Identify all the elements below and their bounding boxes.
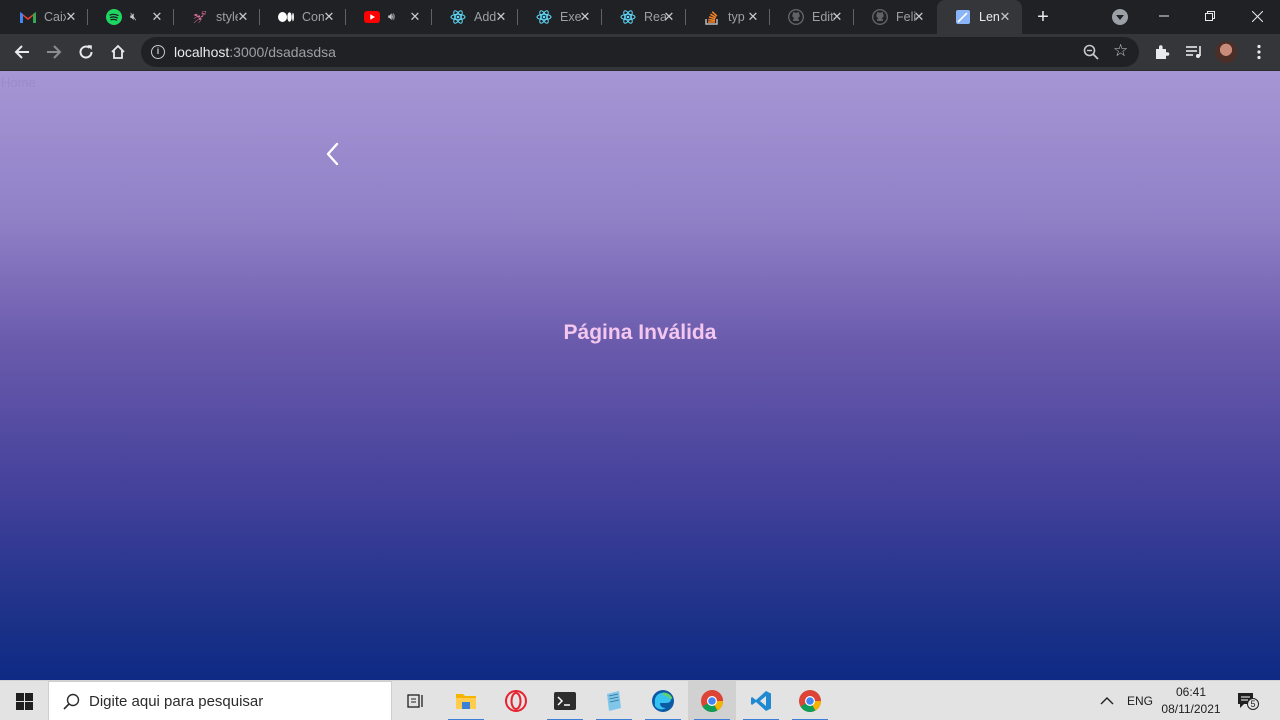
page-content: Home Página Inválida <box>0 71 1280 680</box>
tab-close-icon[interactable]: ✕ <box>746 10 760 24</box>
tab-title: Com <box>302 10 324 24</box>
home-link[interactable]: Home <box>1 75 36 90</box>
tab-spotify[interactable]: 🔇︎ ✕ <box>88 0 174 34</box>
back-chevron-icon[interactable] <box>322 141 344 167</box>
site-info-icon[interactable]: i <box>151 45 165 59</box>
gmail-icon <box>20 9 36 25</box>
vscode-icon[interactable] <box>737 681 785 720</box>
tab-styled[interactable]: 💅︎ styled ✕ <box>174 0 260 34</box>
language-indicator[interactable]: ENG <box>1127 681 1153 720</box>
tab-close-icon[interactable]: ✕ <box>150 10 164 24</box>
address-bar[interactable]: i localhost:3000/dsadasdsa ☆ <box>141 37 1139 67</box>
spotify-icon <box>106 9 122 25</box>
tab-title: Caixa <box>44 10 66 24</box>
url-host: localhost <box>174 44 230 60</box>
tab-youtube[interactable]: 🔊︎ ✕ <box>346 0 432 34</box>
styled-components-icon: 💅︎ <box>192 10 208 24</box>
tab-close-icon[interactable]: ✕ <box>830 10 844 24</box>
tab-strip: Caixa ✕ 🔇︎ ✕ 💅︎ styled ✕ Com ✕ 🔊︎ ✕ Add … <box>0 0 1280 34</box>
speaker-icon[interactable]: 🔊︎ <box>388 11 395 24</box>
browser-menu-icon[interactable] <box>1248 41 1270 63</box>
stackoverflow-icon <box>704 9 720 25</box>
extensions-icon[interactable] <box>1151 41 1173 63</box>
tab-github-feli[interactable]: Feli ✕ <box>854 0 936 34</box>
tab-react-add[interactable]: Add ✕ <box>432 0 518 34</box>
windows-taskbar: Digite aqui para pesquisar ENG 06:41 08/… <box>0 680 1280 720</box>
taskbar-search-box[interactable]: Digite aqui para pesquisar <box>48 681 392 720</box>
forward-button[interactable] <box>40 38 68 66</box>
new-tab-plus-icon[interactable]: + <box>1031 6 1055 28</box>
page-icon <box>955 9 971 25</box>
react-icon <box>536 9 552 25</box>
notepad-icon[interactable] <box>590 681 638 720</box>
home-icon <box>111 44 125 59</box>
tab-gmail[interactable]: Caixa ✕ <box>2 0 88 34</box>
github-icon <box>872 9 888 25</box>
tab-react-exer[interactable]: Exer ✕ <box>518 0 602 34</box>
tab-title: styled <box>216 10 238 24</box>
edge-icon[interactable] <box>639 681 687 720</box>
minimize-icon[interactable] <box>1141 0 1187 32</box>
tab-medium[interactable]: Com ✕ <box>260 0 346 34</box>
task-view-icon[interactable] <box>392 681 440 720</box>
tab-close-icon[interactable]: ✕ <box>494 10 508 24</box>
medium-icon <box>278 9 294 25</box>
tab-close-icon[interactable]: ✕ <box>408 10 422 24</box>
tab-close-icon[interactable]: ✕ <box>322 10 336 24</box>
tab-github-edit[interactable]: Edit ✕ <box>770 0 854 34</box>
clock-time: 06:41 <box>1175 685 1207 699</box>
reload-icon <box>79 45 93 59</box>
tab-close-icon[interactable]: ✕ <box>236 10 250 24</box>
chrome-icon[interactable] <box>786 681 834 720</box>
search-icon <box>63 693 80 710</box>
browser-toolbar: i localhost:3000/dsadasdsa ☆ <box>0 34 1280 71</box>
search-placeholder: Digite aqui para pesquisar <box>89 693 264 710</box>
home-button[interactable] <box>104 38 132 66</box>
zoom-icon[interactable] <box>1083 44 1099 60</box>
notification-count-badge: 5 <box>1247 698 1259 710</box>
tab-close-icon[interactable]: ✕ <box>662 10 676 24</box>
taskbar-clock[interactable]: 06:41 08/11/2021 <box>1158 684 1224 718</box>
action-center-icon[interactable]: 5 <box>1237 692 1259 710</box>
forward-arrow-icon <box>47 45 62 59</box>
chrome-icon[interactable] <box>688 681 736 720</box>
file-explorer-icon[interactable] <box>442 681 490 720</box>
tab-close-icon[interactable]: ✕ <box>912 10 926 24</box>
invalid-page-message: Página Inválida <box>563 321 717 344</box>
tab-active-page[interactable]: Len ✕ <box>937 0 1022 34</box>
tab-close-icon[interactable]: ✕ <box>998 10 1012 24</box>
opera-icon[interactable] <box>492 681 540 720</box>
tab-react-rea[interactable]: Rea ✕ <box>602 0 686 34</box>
tab-search-icon[interactable] <box>1112 9 1128 25</box>
back-button[interactable] <box>8 38 36 66</box>
github-icon <box>788 9 804 25</box>
tab-stackoverflow[interactable]: typ ✕ <box>686 0 770 34</box>
clock-date: 08/11/2021 <box>1161 702 1221 716</box>
url-path: :3000/dsadasdsa <box>229 44 336 60</box>
profile-avatar[interactable] <box>1215 41 1237 63</box>
react-icon <box>620 9 636 25</box>
react-icon <box>450 9 466 25</box>
reload-button[interactable] <box>72 38 100 66</box>
close-window-icon[interactable] <box>1234 0 1280 32</box>
windows-start-icon[interactable] <box>0 681 48 720</box>
muted-speaker-icon[interactable]: 🔇︎ <box>130 11 137 24</box>
restore-icon[interactable] <box>1187 0 1233 32</box>
show-hidden-icons-chevron-up-icon[interactable] <box>1100 681 1114 720</box>
media-control-icon[interactable] <box>1183 41 1205 63</box>
tab-close-icon[interactable]: ✕ <box>578 10 592 24</box>
url-text: localhost:3000/dsadasdsa <box>174 44 336 60</box>
youtube-icon <box>364 9 380 25</box>
terminal-icon[interactable] <box>541 681 589 720</box>
back-arrow-icon <box>14 45 29 59</box>
tab-close-icon[interactable]: ✕ <box>64 10 78 24</box>
bookmark-star-icon[interactable]: ☆ <box>1113 41 1128 61</box>
tab-title: Add <box>474 10 496 24</box>
